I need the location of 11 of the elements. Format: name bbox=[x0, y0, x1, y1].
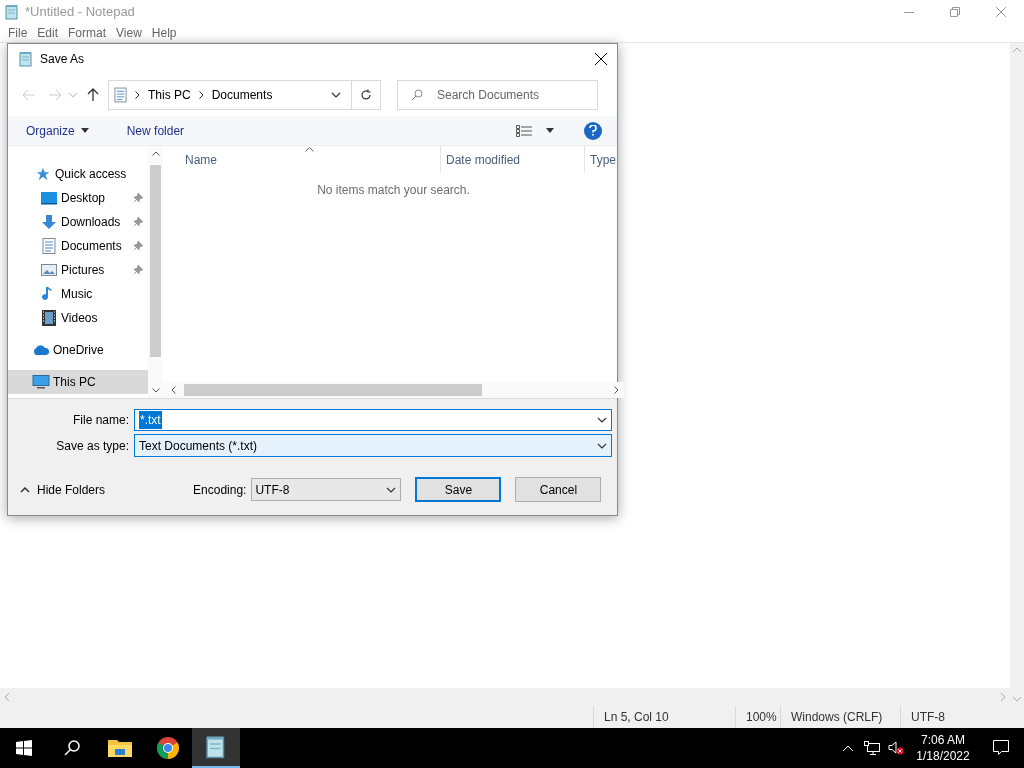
dialog-title: Save As bbox=[40, 51, 85, 68]
status-text: UTF-8 bbox=[911, 709, 945, 726]
empty-message: No items match your search. bbox=[317, 182, 470, 199]
status-text: Windows (CRLF) bbox=[791, 709, 883, 726]
window-title: *Untitled - Notepad bbox=[25, 3, 135, 22]
field-label: File name: bbox=[71, 412, 129, 429]
field-label: Save as type: bbox=[55, 437, 129, 455]
status-text: 100% bbox=[746, 709, 777, 726]
field-label: Encoding: bbox=[193, 481, 247, 499]
status-text: Ln 5, Col 10 bbox=[604, 709, 669, 726]
field-value: *.txt bbox=[139, 411, 162, 429]
